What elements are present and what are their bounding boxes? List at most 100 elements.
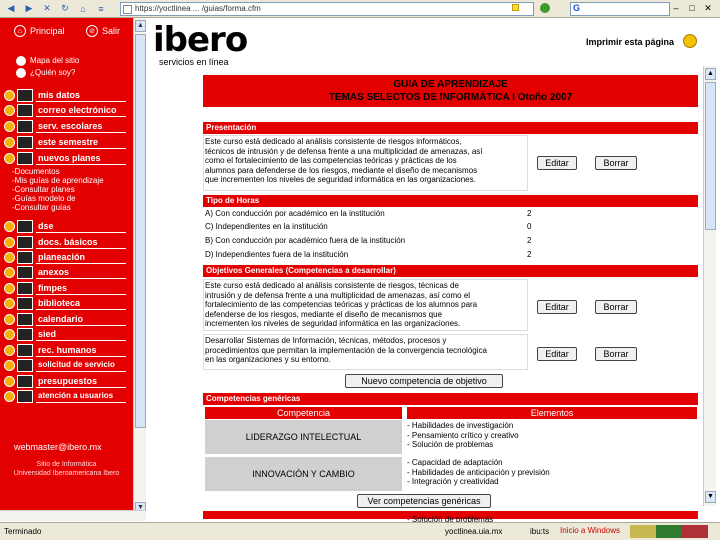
hours-row: D) Independientes fuera de la institució… — [205, 250, 695, 260]
salir-link[interactable]: ⊘ Salir — [86, 24, 120, 38]
back-icon[interactable]: ◀ — [4, 3, 18, 15]
menu-label: este semestre — [36, 135, 126, 149]
menu-label: mis datos — [36, 88, 126, 102]
scroll-down-icon[interactable]: ▼ — [705, 491, 716, 503]
menu-label: docs. básicos — [36, 235, 126, 249]
competencia-elements: - Capacidad de adaptación - Habilidades … — [407, 458, 697, 487]
whoami-link[interactable]: ¿Quién soy? — [30, 68, 75, 77]
delete-button[interactable]: Borrar — [595, 347, 637, 361]
text-line: que incrementen los niveles de seguridad… — [205, 175, 476, 184]
search-input[interactable]: G — [570, 2, 670, 16]
submenu-item-documentos[interactable]: -Documentos — [12, 167, 104, 176]
menu-item-serv-escolares[interactable]: serv. escolares — [4, 119, 126, 133]
status-time: ibu:ts — [530, 527, 550, 536]
see-competencias-button[interactable]: Ver competencias genéricas — [357, 494, 491, 508]
menu-item-nuevos-planes[interactable]: nuevos planes — [4, 151, 126, 165]
scroll-up-icon[interactable]: ▲ — [135, 20, 146, 32]
hours-row: B) Con conducción por académico fuera de… — [205, 236, 695, 246]
menu-item-este-semestre[interactable]: este semestre — [4, 135, 126, 149]
submenu-item-consultar-planes[interactable]: -Consultar planes — [12, 185, 104, 194]
status-text: Terminado — [4, 527, 42, 536]
section-horas-header: Tipo de Horas — [203, 195, 698, 207]
new-objective-button[interactable]: Nuevo competencia de objetivo — [345, 374, 503, 388]
history-icon[interactable]: ≡ — [94, 3, 108, 15]
hours-row: A) Con conducción por académico en la in… — [205, 209, 695, 219]
menu-item-sied[interactable]: sied — [4, 327, 126, 341]
principal-label: Principal — [30, 26, 65, 36]
text-line: incrementen los niveles de seguridad inf… — [205, 319, 461, 328]
refresh-icon[interactable]: ↻ — [58, 3, 72, 15]
menu-item-planeacion[interactable]: planeación — [4, 250, 126, 264]
home-icon[interactable]: ⌂ — [76, 3, 90, 15]
edit-button[interactable]: Editar — [537, 347, 577, 361]
search-engine-icon: G — [573, 3, 581, 13]
principal-link[interactable]: ⌂ Principal — [14, 24, 65, 38]
hours-label: C) Independientes en la institución — [205, 222, 328, 231]
delete-button[interactable]: Borrar — [595, 300, 637, 314]
menu-item-correo[interactable]: correo electrónico — [4, 103, 126, 117]
bullet-icon — [4, 344, 15, 356]
stop-icon[interactable]: ✕ — [40, 3, 54, 15]
print-icon[interactable] — [683, 34, 697, 48]
menu-label: biblioteca — [36, 296, 126, 310]
sitemap-link[interactable]: Mapa del sitio — [30, 56, 79, 65]
go-icon[interactable] — [540, 3, 550, 13]
menu-label: rec. humanos — [36, 343, 126, 357]
forward-icon[interactable]: ▶ — [22, 3, 36, 15]
menu-item-atencion-usuarios[interactable]: atención a usuarios — [4, 389, 126, 403]
hours-label: A) Con conducción por académico en la in… — [205, 209, 385, 218]
menu-item-calendario[interactable]: calendario — [4, 312, 126, 326]
bullet-icon — [4, 89, 15, 101]
text-line: alumnos para defenderse de los riesgos, … — [205, 165, 478, 175]
section-presentacion-header: Presentación — [203, 122, 698, 134]
sidebar-footer-line2: Universidad Iberoamericana Ibero — [13, 470, 120, 477]
menu-item-mis-datos[interactable]: mis datos — [4, 88, 126, 102]
edit-button[interactable]: Editar — [537, 300, 577, 314]
scroll-thumb[interactable] — [705, 82, 716, 230]
submenu-item-guias-modelo[interactable]: -Guías modelo de — [12, 194, 104, 203]
menu-item-biblioteca[interactable]: biblioteca — [4, 296, 126, 310]
hours-label: B) Con conducción por académico fuera de… — [205, 236, 406, 245]
bullet-icon — [4, 236, 15, 248]
hours-row: C) Independientes en la institución 0 — [205, 222, 695, 232]
scroll-thumb[interactable] — [135, 34, 146, 428]
guide-title-line2: TEMAS SELECTOS DE INFORMÁTICA I Otoño 20… — [328, 92, 573, 103]
main-scrollbar[interactable]: ▲ ▼ — [703, 66, 716, 506]
minimize-icon[interactable]: – — [670, 2, 682, 14]
section-competencias-header: Competencias genéricas — [203, 393, 698, 405]
delete-button[interactable]: Borrar — [595, 156, 637, 170]
submenu-item-consultar-guias[interactable]: -Consultar guías — [12, 203, 104, 212]
menu-label: correo electrónico — [36, 103, 126, 117]
bullet-icon — [4, 266, 15, 278]
calendar-icon — [17, 135, 33, 149]
maximize-icon[interactable]: □ — [686, 2, 698, 14]
competencia-column-header: Competencia — [205, 407, 402, 419]
address-bar[interactable]: https://yoctlinea ... /guias/forma.cfm — [120, 2, 534, 16]
menu-label: solicitud de servicio — [36, 358, 126, 372]
element-line: - Habilidades de anticipación y previsió… — [407, 467, 550, 477]
bullet-icon — [4, 297, 15, 309]
print-link[interactable]: Imprimir esta página — [586, 37, 674, 47]
annex-icon — [17, 265, 33, 279]
status-block — [682, 525, 708, 538]
menu-label: atención a usuarios — [36, 389, 126, 403]
webmaster-email[interactable]: webmaster@ibero.mx — [14, 442, 102, 452]
menu-label: calendario — [36, 312, 126, 326]
menu-item-dse[interactable]: dse — [4, 219, 126, 233]
menu-item-presupuestos[interactable]: presupuestos — [4, 374, 126, 388]
menu-item-solicitud-servicio[interactable]: solicitud de servicio — [4, 358, 126, 372]
scroll-up-icon[interactable]: ▲ — [705, 68, 716, 80]
menu-item-anexos[interactable]: anexos — [4, 265, 126, 279]
status-block — [656, 525, 682, 538]
section-objetivos-header: Objetivos Generales (Competencias a desa… — [203, 265, 698, 277]
menu-label: dse — [36, 219, 126, 233]
menu-item-rec-humanos[interactable]: rec. humanos — [4, 343, 126, 357]
bullet-icon — [4, 282, 15, 294]
submenu-item-mis-guias[interactable]: -Mis guías de aprendizaje — [12, 176, 104, 185]
menu-item-docs-basicos[interactable]: docs. básicos — [4, 235, 126, 249]
edit-button[interactable]: Editar — [537, 156, 577, 170]
sidebar-scrollbar[interactable]: ▲ ▼ — [133, 18, 146, 516]
sidebar-hscrollbar[interactable] — [0, 510, 146, 521]
close-icon[interactable]: ✕ — [702, 2, 714, 14]
menu-item-fimpes[interactable]: fimpes — [4, 281, 126, 295]
